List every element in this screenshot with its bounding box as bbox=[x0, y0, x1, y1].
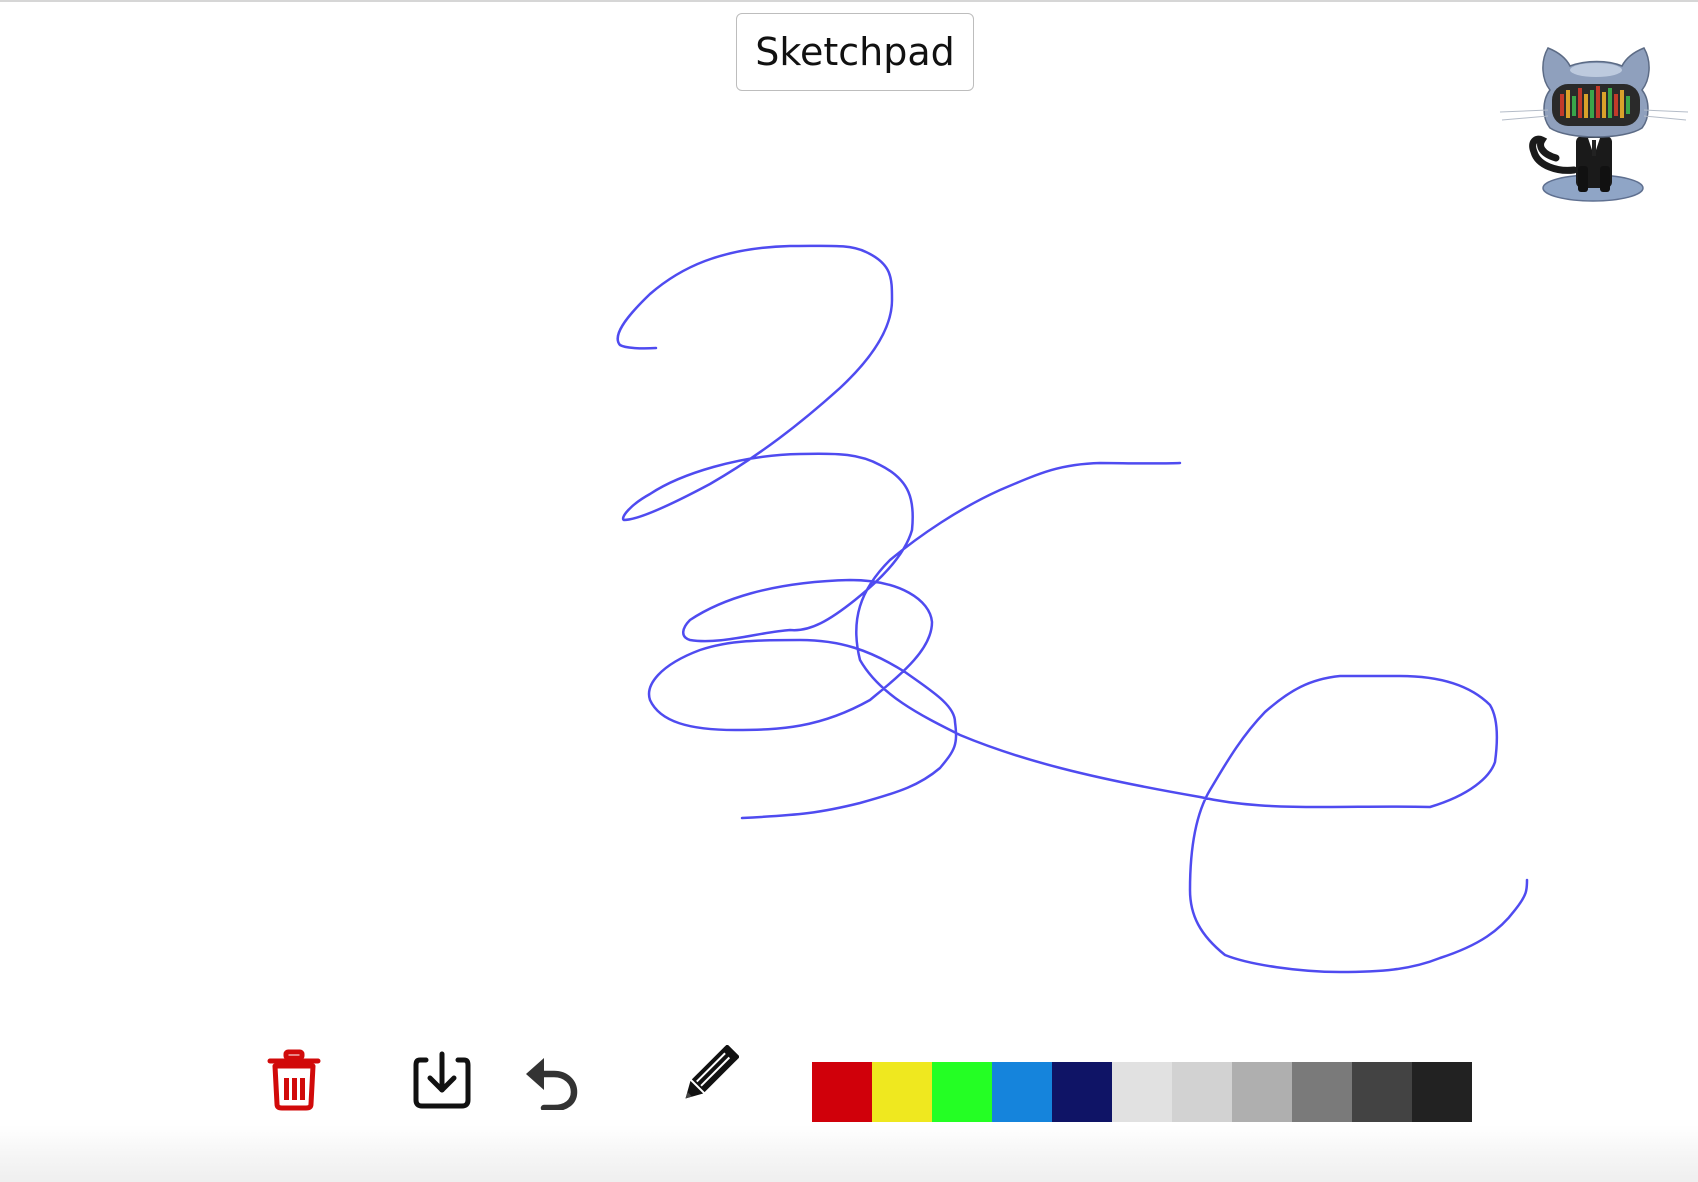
color-swatch-dark-gray[interactable] bbox=[1292, 1062, 1352, 1122]
color-palette bbox=[812, 1062, 1472, 1122]
clear-button[interactable] bbox=[262, 1044, 326, 1116]
color-swatch-near-black[interactable] bbox=[1412, 1062, 1472, 1122]
drawing-canvas[interactable] bbox=[0, 0, 1698, 1030]
color-swatch-yellow[interactable] bbox=[872, 1062, 932, 1122]
download-icon bbox=[413, 1051, 471, 1109]
undo-icon bbox=[526, 1058, 578, 1110]
bottom-shadow bbox=[0, 1125, 1698, 1182]
color-swatch-blue[interactable] bbox=[992, 1062, 1052, 1122]
color-swatch-darker-gray[interactable] bbox=[1352, 1062, 1412, 1122]
undo-button[interactable] bbox=[522, 1050, 582, 1112]
sketch-stroke bbox=[616, 244, 1529, 974]
color-swatch-gray[interactable] bbox=[1232, 1062, 1292, 1122]
pencil-button[interactable] bbox=[672, 1044, 740, 1112]
color-swatch-navy[interactable] bbox=[1052, 1062, 1112, 1122]
sketchpad-title-button[interactable]: Sketchpad bbox=[736, 13, 974, 91]
trash-icon bbox=[267, 1049, 321, 1111]
color-swatch-red[interactable] bbox=[812, 1062, 872, 1122]
download-button[interactable] bbox=[410, 1048, 474, 1112]
octocat-daft-punk-icon bbox=[1499, 47, 1689, 202]
sketchpad-app: Sketchpad bbox=[0, 0, 1698, 1182]
color-swatch-lightest-gray[interactable] bbox=[1112, 1062, 1172, 1122]
pencil-icon bbox=[685, 1045, 739, 1099]
color-swatch-green[interactable] bbox=[932, 1062, 992, 1122]
color-swatch-light-gray[interactable] bbox=[1172, 1062, 1232, 1122]
